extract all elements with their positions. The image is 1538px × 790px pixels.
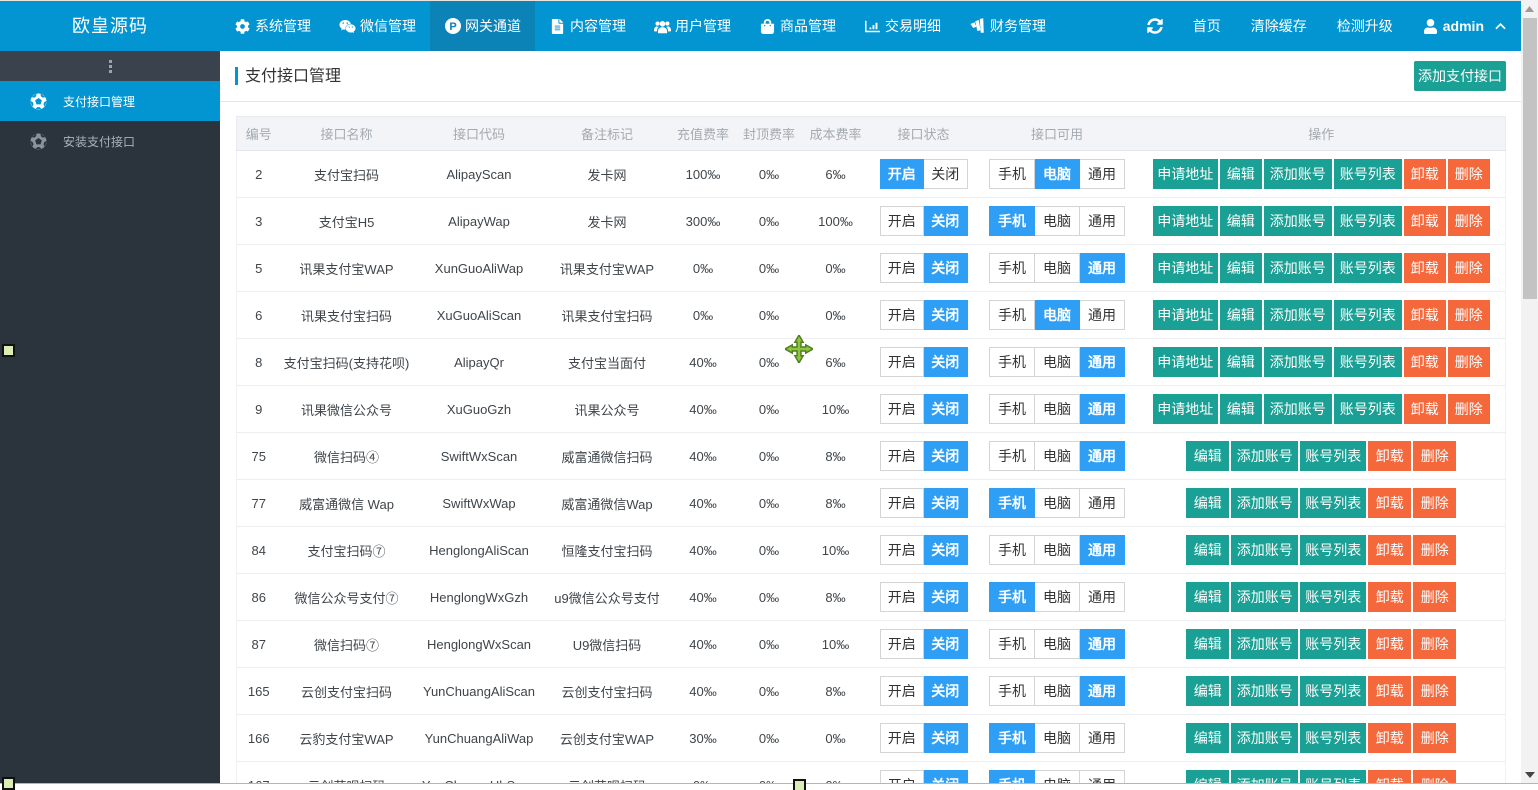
svg-text:P: P: [449, 21, 456, 33]
